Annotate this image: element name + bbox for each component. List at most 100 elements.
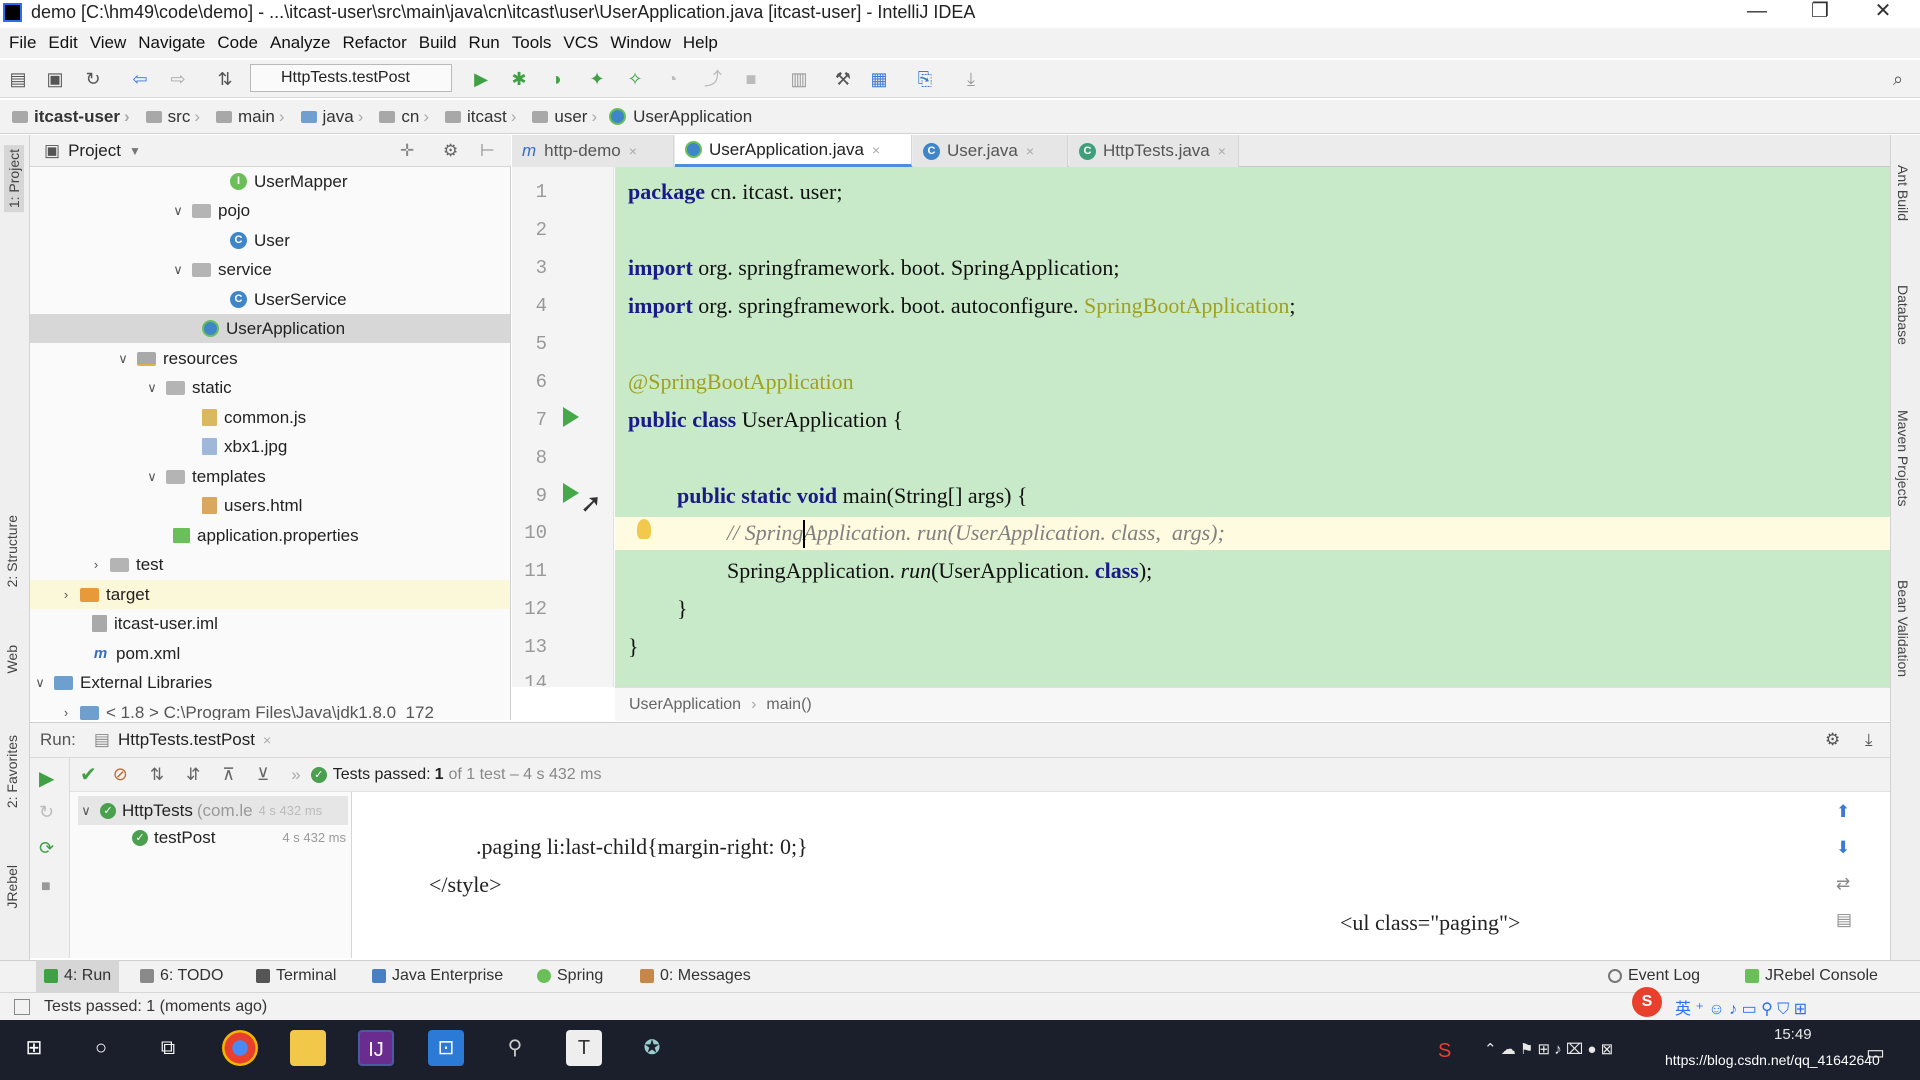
open-folder-icon[interactable]: ▤ [5, 66, 31, 92]
ime-mode-icon[interactable]: 英 ⁺ ☺ ♪ ▭ ⚲ ⛉ ⊞ [1675, 995, 1807, 1019]
toggle-autotest-icon[interactable]: ⟳ [39, 838, 54, 859]
chevron-down-icon[interactable]: ▼ [129, 144, 141, 158]
scroll-up-icon[interactable]: ⬆ [1836, 802, 1850, 822]
close-icon[interactable]: × [1218, 143, 1226, 159]
minimize-button[interactable]: — [1737, 0, 1777, 25]
tree-item-pom-xml[interactable]: m pom.xml [92, 639, 180, 668]
crumb-src[interactable]: src › [136, 107, 200, 127]
gear-icon[interactable]: ⚙ [1825, 730, 1840, 750]
app-icon[interactable]: ⚲ [497, 1030, 533, 1066]
tree-item-static[interactable]: ∨ static [144, 373, 231, 402]
tray-icons[interactable]: ⌃ ☁ ⚑ ⊞ ♪ ⌧ ● ⊠ [1484, 1040, 1613, 1058]
crumb-main[interactable]: main › [206, 107, 285, 127]
print-icon[interactable]: ▤ [1836, 910, 1852, 930]
menu-run[interactable]: Run [466, 33, 509, 53]
menu-window[interactable]: Window [607, 33, 679, 53]
sync-icon[interactable]: ↻ [80, 66, 106, 92]
editor-crumb-class[interactable]: UserApplication [629, 696, 741, 714]
windows-start-icon[interactable]: ⊞ [16, 1030, 52, 1066]
close-button[interactable]: ✕ [1863, 0, 1903, 25]
show-passed-icon[interactable]: ✔ [80, 762, 97, 787]
run-icon[interactable]: ▶ [468, 66, 494, 92]
menu-edit[interactable]: Edit [45, 33, 86, 53]
run-tab[interactable]: HttpTests.testPost [118, 730, 255, 750]
save-icon[interactable]: ▣ [42, 66, 68, 92]
tree-item-application-properties[interactable]: application.properties [173, 521, 359, 550]
locate-icon[interactable]: ✛ [400, 141, 414, 161]
crumb-cn[interactable]: cn › [369, 107, 429, 127]
search-icon[interactable]: ⌕ [1885, 66, 1911, 92]
project-structure-icon[interactable]: ▥ [786, 66, 812, 92]
tool-tab-jrebel-console[interactable]: JRebel Console [1745, 960, 1878, 992]
intention-bulb-icon[interactable] [637, 519, 651, 539]
tree-item-userapplication[interactable]: UserApplication [30, 314, 510, 343]
jrebel-debug-icon[interactable]: ✧ [622, 66, 648, 92]
profile-icon[interactable]: ◔ [659, 66, 685, 92]
tab-http-demo[interactable]: m http-demo × [512, 135, 674, 167]
crumb-module[interactable]: itcast-user › [12, 107, 130, 127]
tool-project[interactable]: 1: Project [4, 145, 24, 213]
crumb-userapplication[interactable]: UserApplication [603, 107, 752, 127]
tool-structure[interactable]: 2: Structure [4, 515, 20, 587]
tree-item-resources[interactable]: ∨ resources [115, 344, 237, 373]
menu-build[interactable]: Build [416, 33, 466, 53]
collapse-all-icon[interactable]: ⊻ [257, 765, 269, 785]
tool-favorites[interactable]: 2: Favorites [4, 735, 20, 808]
run-configuration-select[interactable]: HttpTests.testPost [250, 64, 452, 92]
chrome-icon[interactable] [222, 1030, 258, 1066]
test-suite-item[interactable]: ∨ ✓ HttpTests (com.le 4 s 432 ms [78, 796, 348, 825]
run-main-icon[interactable] [563, 483, 579, 503]
rerun-icon[interactable]: ▶ [39, 766, 54, 791]
notepad-icon[interactable]: T [566, 1030, 602, 1066]
hide-panel-icon[interactable]: ⊢ [480, 141, 495, 161]
sogou-ime-icon[interactable]: S [1632, 987, 1662, 1017]
coverage-icon[interactable]: ◑ [543, 66, 569, 92]
sort-duration-icon[interactable]: ⇵ [186, 765, 200, 785]
cortana-icon[interactable]: ○ [83, 1030, 119, 1066]
gear-icon[interactable]: ⚙ [443, 141, 458, 161]
tool-bean-validation[interactable]: Bean Validation [1895, 580, 1911, 677]
menu-vcs[interactable]: VCS [560, 33, 607, 53]
forward-icon[interactable]: ⇨ [165, 66, 191, 92]
stop-icon[interactable]: ■ [41, 878, 51, 896]
clock[interactable]: 15:49 [1774, 1026, 1812, 1043]
tool-tab-todo[interactable]: 6: TODO [140, 960, 223, 992]
tool-jrebel[interactable]: JRebel [4, 865, 20, 909]
rerun-failed-icon[interactable]: ↻ [39, 802, 54, 823]
notifications-icon[interactable]: ▭ [1866, 1040, 1885, 1065]
tool-tab-messages[interactable]: 0: Messages [640, 960, 751, 992]
tree-item-common-js[interactable]: common.js [202, 403, 306, 432]
intellij-taskbar-icon[interactable]: IJ [358, 1030, 394, 1066]
tree-item-iml[interactable]: itcast-user.iml [92, 609, 218, 638]
editor-crumb-method[interactable]: main() [766, 696, 811, 714]
tab-user-java[interactable]: C User.java × [913, 135, 1068, 167]
build-icon[interactable]: ⇅ [212, 66, 238, 92]
sogou-tray-icon[interactable]: S [1438, 1040, 1451, 1063]
file-explorer-icon[interactable] [290, 1030, 326, 1066]
back-icon[interactable]: ⇦ [127, 66, 153, 92]
close-icon[interactable]: × [629, 143, 637, 159]
tool-maven-projects[interactable]: Maven Projects [1895, 410, 1911, 506]
browser-icon[interactable]: ✪ [634, 1030, 670, 1066]
stop-icon[interactable]: ■ [738, 66, 764, 92]
project-view-select[interactable]: Project [68, 141, 121, 161]
task-view-icon[interactable]: ⧉ [150, 1030, 186, 1066]
menu-navigate[interactable]: Navigate [135, 33, 214, 53]
sdk-icon[interactable]: ▦ [866, 66, 892, 92]
tool-ant-build[interactable]: Ant Build [1895, 165, 1911, 221]
tool-web[interactable]: Web [4, 645, 20, 674]
tool-tab-java-enterprise[interactable]: Java Enterprise [372, 960, 503, 992]
menu-view[interactable]: View [87, 33, 136, 53]
menu-refactor[interactable]: Refactor [339, 33, 415, 53]
tree-item-service[interactable]: ∨ service [170, 255, 272, 284]
tool-database[interactable]: Database [1895, 285, 1911, 345]
close-icon[interactable]: × [263, 732, 271, 748]
tool-tab-run[interactable]: 4: Run [36, 960, 120, 992]
tool-tab-event-log[interactable]: Event Log [1608, 960, 1700, 992]
tree-item-templates[interactable]: ∨ templates [144, 462, 265, 491]
vcs-icon[interactable]: ⚒ [830, 66, 856, 92]
soft-wrap-icon[interactable]: ⇄ [1836, 874, 1850, 894]
tree-item-usermapper[interactable]: I UserMapper [230, 167, 348, 196]
tree-item-target[interactable]: › target [30, 580, 510, 609]
close-icon[interactable]: × [872, 142, 880, 158]
